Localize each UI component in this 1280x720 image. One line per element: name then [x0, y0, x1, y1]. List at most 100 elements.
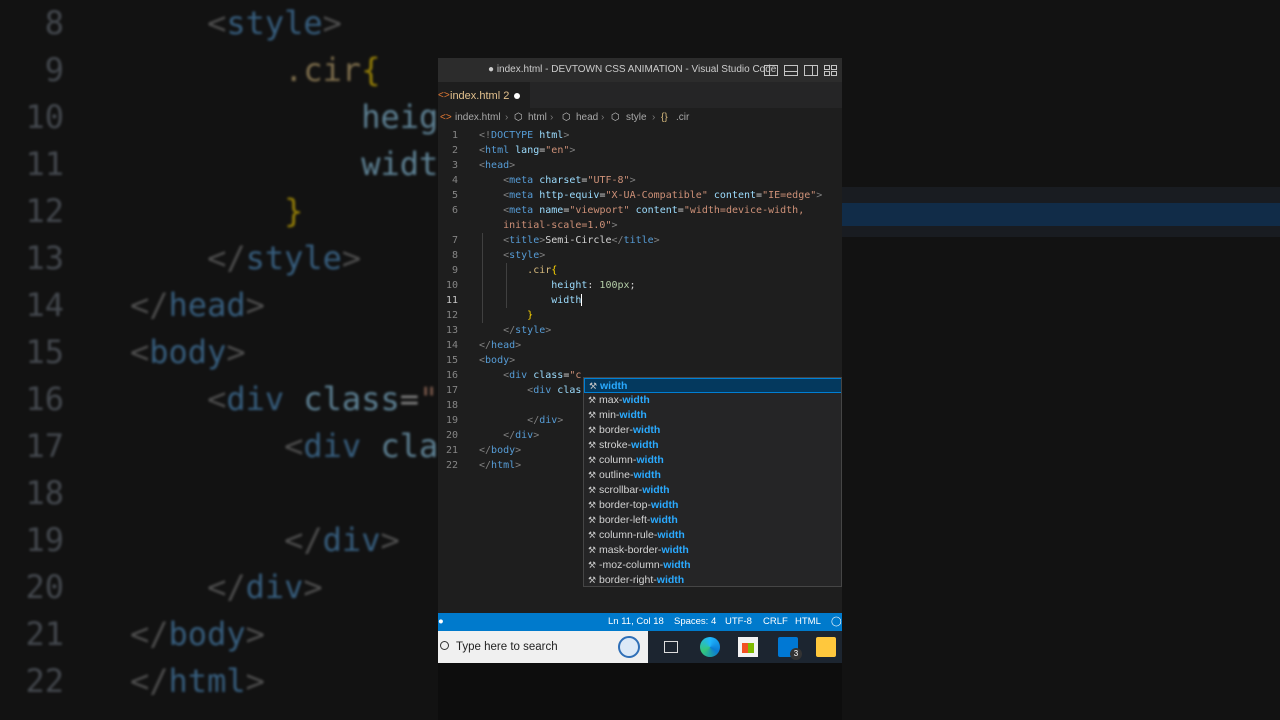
toggle-secondary-sidebar-icon[interactable]: [804, 64, 818, 76]
zoomed-code-text: </div>: [207, 568, 323, 606]
suggestion-label: column-rule-width: [599, 529, 685, 541]
wrench-icon: ⚒: [587, 410, 597, 420]
suggestion-item[interactable]: ⚒ border-right-width: [584, 573, 841, 586]
code-text: </html>: [479, 460, 522, 471]
suggestion-label: column-width: [599, 454, 664, 466]
suggestion-item[interactable]: ⚒ -moz-column-width: [584, 558, 841, 573]
code-text: <meta http-equiv="X-UA-Compatible" conte…: [503, 190, 823, 201]
breadcrumb-item[interactable]: index.html: [455, 108, 501, 128]
zoomed-code-text: <div cla: [284, 427, 439, 465]
code-text: }: [527, 310, 534, 321]
code-line[interactable]: 12 }: [438, 308, 842, 323]
code-line[interactable]: 8 <style>: [438, 248, 842, 263]
title-bar: ● index.html - DEVTOWN CSS ANIMATION - V…: [438, 58, 842, 82]
code-line[interactable]: 10 height: 100px;: [438, 278, 842, 293]
status-bar: ● Ln 11, Col 18 Spaces: 4 UTF-8 CRLF HTM…: [438, 613, 842, 631]
line-number: 7: [451, 235, 458, 246]
code-line[interactable]: 4 <meta charset="UTF-8">: [438, 173, 842, 188]
windows-taskbar: Type here to search 3: [438, 631, 842, 663]
suggestion-item[interactable]: ⚒ max-width: [584, 393, 841, 408]
search-icon: [440, 641, 449, 650]
breadcrumb-item[interactable]: head: [576, 108, 598, 128]
zoomed-line-number: 15: [25, 333, 64, 371]
zoomed-line-number: 16: [25, 380, 64, 418]
suggestion-label: scrollbar-width: [599, 484, 670, 496]
code-line[interactable]: 2 <html lang="en">: [438, 143, 842, 158]
code-text: <div class="c: [503, 370, 582, 381]
line-number: 5: [451, 190, 458, 201]
suggestion-item[interactable]: ⚒ border-left-width: [584, 513, 841, 528]
suggestion-item[interactable]: ⚒ border-width: [584, 423, 841, 438]
suggestion-label: mask-border-width: [599, 544, 689, 556]
suggestion-label: max-width: [599, 394, 650, 406]
code-line[interactable]: 13 </style>: [438, 323, 842, 338]
suggestion-item[interactable]: ⚒ stroke-width: [584, 438, 841, 453]
customize-layout-icon[interactable]: [824, 64, 838, 76]
feedback-icon[interactable]: ◯: [831, 613, 842, 631]
wrench-icon: ⚒: [587, 530, 597, 540]
code-text: <meta name="viewport" content="width=dev…: [503, 205, 805, 216]
chevron-right-icon: ›: [550, 112, 554, 123]
encoding[interactable]: UTF-8: [725, 613, 752, 631]
code-line[interactable]: 14 </head>: [438, 338, 842, 353]
wrench-icon: ⚒: [587, 515, 597, 525]
zoomed-line-number: 13: [25, 239, 64, 277]
breadcrumb-item[interactable]: style: [626, 108, 647, 128]
line-number: 16: [445, 370, 458, 381]
tab-label: index.html 2: [450, 90, 510, 102]
zoomed-code-text: heig: [361, 98, 439, 136]
breadcrumb-item[interactable]: .cir: [676, 108, 689, 128]
file-explorer-icon[interactable]: [816, 637, 836, 657]
search-placeholder: Type here to search: [456, 641, 558, 653]
zoomed-code-text: <body>: [130, 333, 246, 371]
language-mode[interactable]: HTML: [795, 613, 821, 631]
code-line[interactable]: 1 <!DOCTYPE html>: [438, 128, 842, 143]
code-text: </div>: [503, 430, 540, 441]
suggestion-item[interactable]: ⚒ width: [584, 378, 841, 393]
suggestion-item[interactable]: ⚒ column-width: [584, 453, 841, 468]
indentation[interactable]: Spaces: 4: [674, 613, 716, 631]
wrench-icon: ⚒: [587, 470, 597, 480]
cortana-icon[interactable]: [618, 636, 640, 658]
suggestion-label: -moz-column-width: [599, 559, 691, 571]
mail-badge: 3: [790, 648, 802, 660]
breadcrumb-item[interactable]: html: [528, 108, 547, 128]
code-editor[interactable]: 1 <!DOCTYPE html> 2 <html lang="en"> 3 <head>…: [438, 128, 842, 622]
zoomed-line-number: 22: [25, 662, 64, 700]
zoomed-line-number: 17: [25, 427, 64, 465]
element-icon: ⬡: [611, 112, 620, 123]
toggle-sidebar-icon[interactable]: [764, 64, 778, 76]
edge-icon[interactable]: [700, 637, 720, 657]
remote-indicator[interactable]: ●: [438, 613, 444, 631]
taskbar-search[interactable]: Type here to search: [438, 631, 648, 663]
toggle-panel-icon[interactable]: [784, 64, 798, 76]
suggestion-item[interactable]: ⚒ mask-border-width: [584, 543, 841, 558]
suggestion-label: stroke-width: [599, 439, 659, 451]
store-icon[interactable]: [738, 637, 758, 657]
suggestion-item[interactable]: ⚒ scrollbar-width: [584, 483, 841, 498]
code-text: <title>Semi-Circle</title>: [503, 235, 660, 246]
cursor-position[interactable]: Ln 11, Col 18: [608, 613, 664, 631]
suggestion-item[interactable]: ⚒ border-top-width: [584, 498, 841, 513]
line-ending[interactable]: CRLF: [763, 613, 788, 631]
selector-icon: {}: [661, 112, 668, 123]
zoomed-code-text: <div class=": [207, 380, 439, 418]
code-line[interactable]: 6 <meta name="viewport" content="width=d…: [438, 203, 842, 218]
suggestion-item[interactable]: ⚒ outline-width: [584, 468, 841, 483]
wrench-icon: ⚒: [587, 395, 597, 405]
code-text: </style>: [503, 325, 552, 336]
code-line[interactable]: 9 .cir{: [438, 263, 842, 278]
task-view-icon[interactable]: [664, 641, 678, 653]
suggestion-item[interactable]: ⚒ column-rule-width: [584, 528, 841, 543]
code-line[interactable]: 3 <head>: [438, 158, 842, 173]
unsaved-dot-icon[interactable]: [514, 93, 520, 99]
code-line[interactable]: 15 <body>: [438, 353, 842, 368]
code-line[interactable]: 7 <title>Semi-Circle</title>: [438, 233, 842, 248]
code-line[interactable]: 5 <meta http-equiv="X-UA-Compatible" con…: [438, 188, 842, 203]
suggestion-item[interactable]: ⚒ min-width: [584, 408, 841, 423]
wrench-icon: ⚒: [588, 381, 598, 391]
tab-index-html[interactable]: <> index.html 2: [438, 82, 530, 108]
code-line[interactable]: initial-scale=1.0">: [438, 218, 842, 233]
zoomed-line-number: 12: [25, 192, 64, 230]
code-line[interactable]: 11 width: [438, 293, 842, 308]
